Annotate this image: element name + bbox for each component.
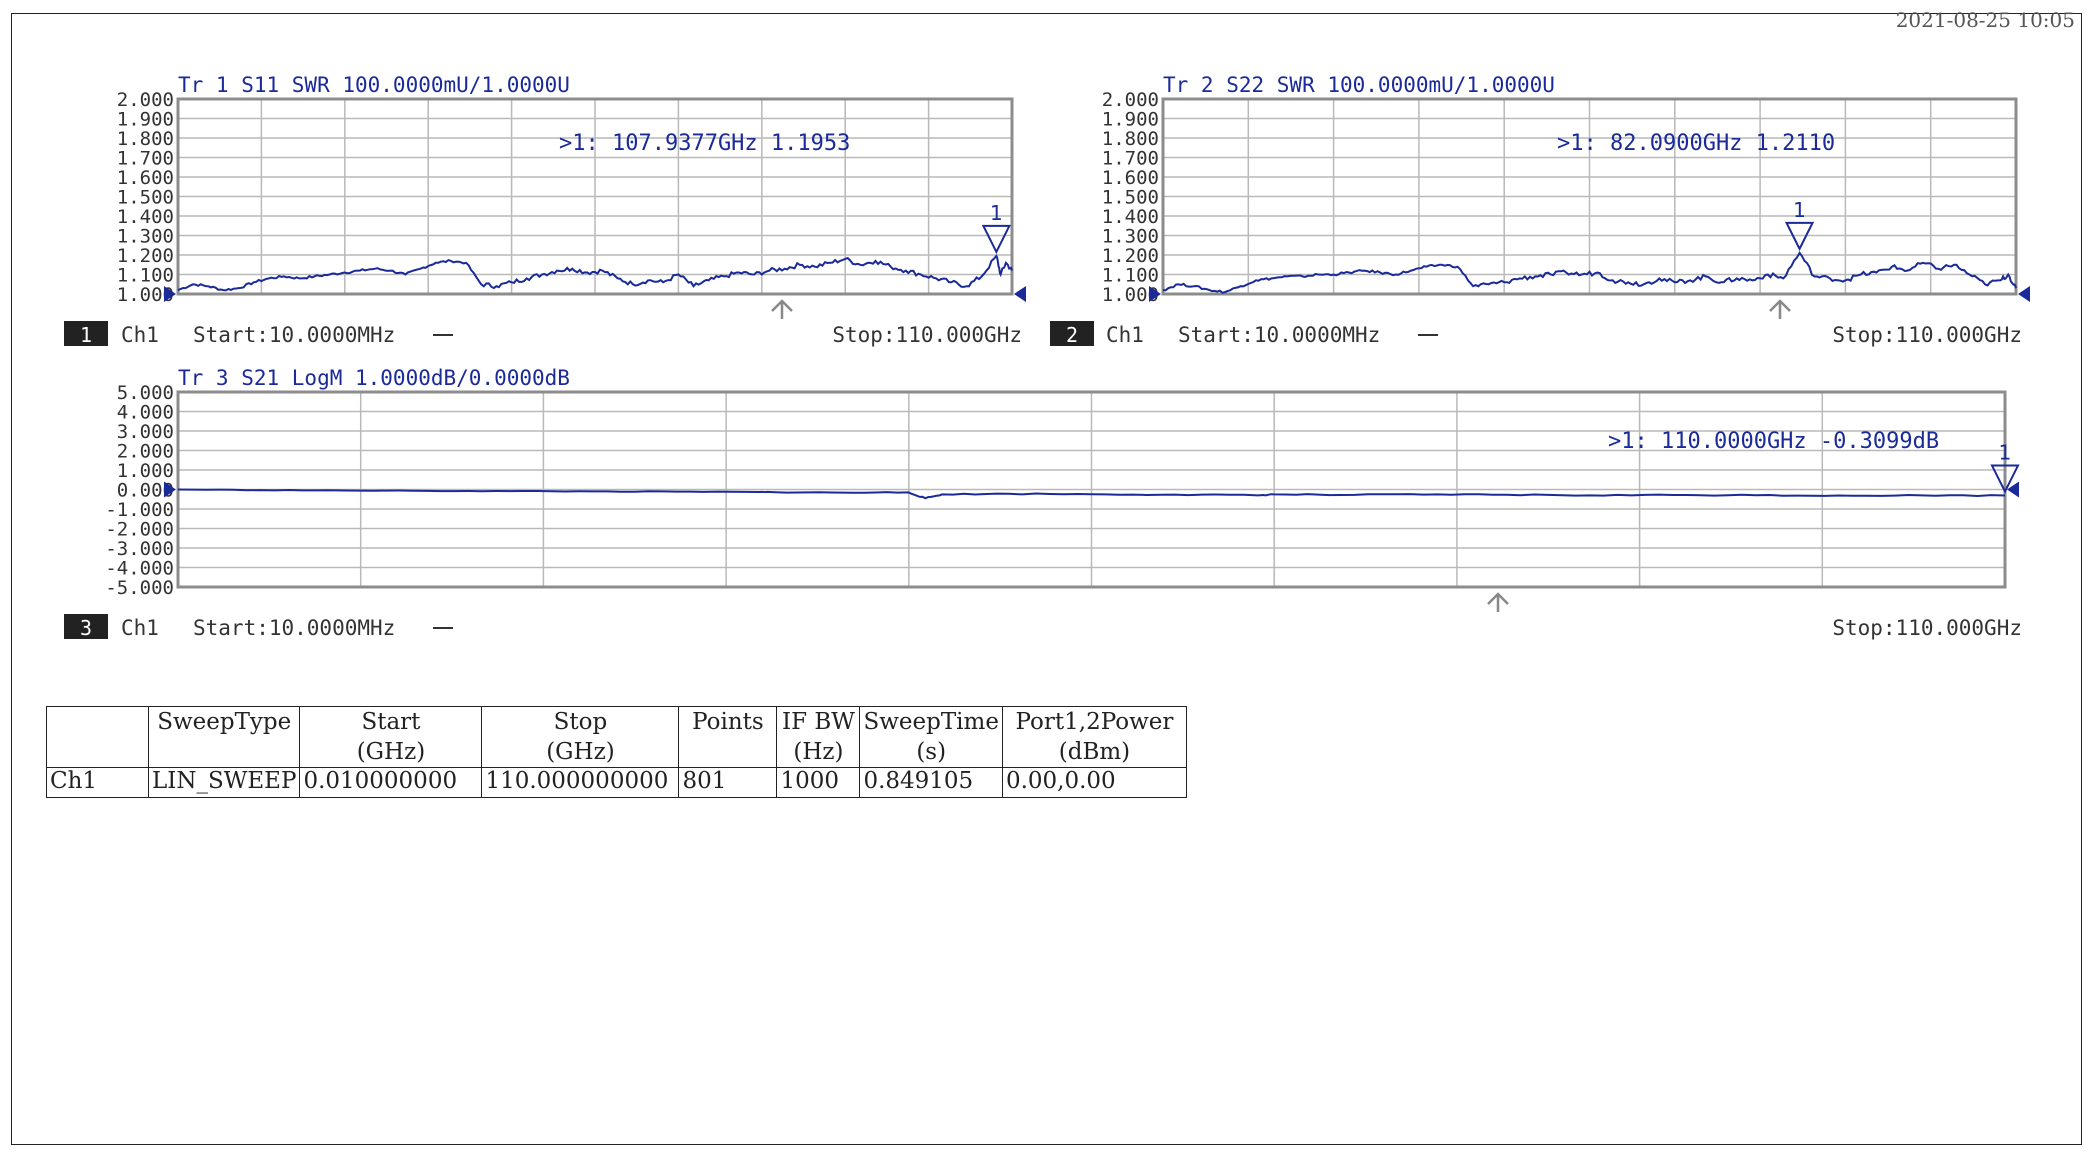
start-frequency: Start:10.0000MHz <box>193 323 395 347</box>
chart-panel-3: 5.0004.0003.0002.0001.0000.000-1.000-2.0… <box>64 366 2022 640</box>
chart-panel-1: 2.0001.9001.8001.7001.6001.5001.4001.300… <box>64 73 1026 347</box>
channel-label: Ch1 <box>121 616 159 640</box>
marker-triangle <box>981 224 1011 255</box>
channel-badge-number: 2 <box>1066 323 1078 347</box>
channel-label: Ch1 <box>121 323 159 347</box>
trace-title: Tr 1 S11 SWR 100.0000mU/1.0000U <box>178 73 570 97</box>
start-frequency: Start:10.0000MHz <box>1178 323 1380 347</box>
header-start: Start (GHz) <box>299 706 483 768</box>
marker-readout: >1: 82.0900GHz 1.2110 <box>1557 131 1835 156</box>
header-power: Port1,2Power (dBm) <box>1001 706 1187 768</box>
marker-readout: >1: 107.9377GHz 1.1953 <box>559 131 850 156</box>
cell-channel: Ch1 <box>46 767 149 798</box>
trace-title: Tr 3 S21 LogM 1.0000dB/0.0000dB <box>178 366 570 390</box>
cursor-arrow-icon <box>1487 592 1509 612</box>
reference-level-right-arrow <box>2018 286 2030 302</box>
table-header-row: SweepType Start (GHz) Stop (GHz) Points IF… <box>46 706 1187 768</box>
marker-number: 1 <box>1999 441 2012 465</box>
marker-readout: >1: 110.0000GHz -0.3099dB <box>1608 429 1939 454</box>
cell-points: 801 <box>678 767 778 798</box>
cursor-arrow-icon <box>771 299 793 319</box>
cell-ifbw: 1000 <box>776 767 861 798</box>
cell-stop: 110.000000000 <box>481 767 680 798</box>
cell-sweeptype: LIN_SWEEP <box>147 767 301 798</box>
y-tick-label: -5.000 <box>105 577 174 599</box>
channel-badge-number: 1 <box>80 323 92 347</box>
header-cell-empty <box>46 706 149 768</box>
trace-title: Tr 2 S22 SWR 100.0000mU/1.0000U <box>1163 73 1555 97</box>
cursor-arrow-icon <box>1769 299 1791 319</box>
stop-frequency: Stop:110.000GHz <box>832 323 1022 347</box>
plots-area: 2.0001.9001.8001.7001.6001.5001.4001.300… <box>64 73 2030 640</box>
start-frequency: Start:10.0000MHz <box>193 616 395 640</box>
stop-frequency: Stop:110.000GHz <box>1832 323 2022 347</box>
chart-panel-2: 2.0001.9001.8001.7001.6001.5001.4001.300… <box>1050 73 2030 347</box>
marker-number: 1 <box>1793 198 1806 222</box>
header-stop: Stop (GHz) <box>481 706 680 768</box>
reference-level-right-arrow <box>1014 286 1026 302</box>
header-ifbw: IF BW (Hz) <box>776 706 861 768</box>
header-sweeptime: SweepTime (s) <box>859 706 1003 768</box>
cell-sweeptime: 0.849105 <box>859 767 1003 798</box>
stop-frequency: Stop:110.000GHz <box>1832 616 2022 640</box>
channel-label: Ch1 <box>1106 323 1144 347</box>
cell-power: 0.00,0.00 <box>1001 767 1187 798</box>
channel-badge-number: 3 <box>80 616 92 640</box>
table-row: Ch1 LIN_SWEEP 0.010000000 110.000000000 … <box>46 767 1187 798</box>
header-points: Points <box>678 706 778 768</box>
header-sweeptype: SweepType <box>147 706 301 768</box>
sweep-table: SweepType Start (GHz) Stop (GHz) Points IF… <box>46 706 1187 798</box>
marker-number: 1 <box>990 201 1003 225</box>
cell-start: 0.010000000 <box>299 767 483 798</box>
